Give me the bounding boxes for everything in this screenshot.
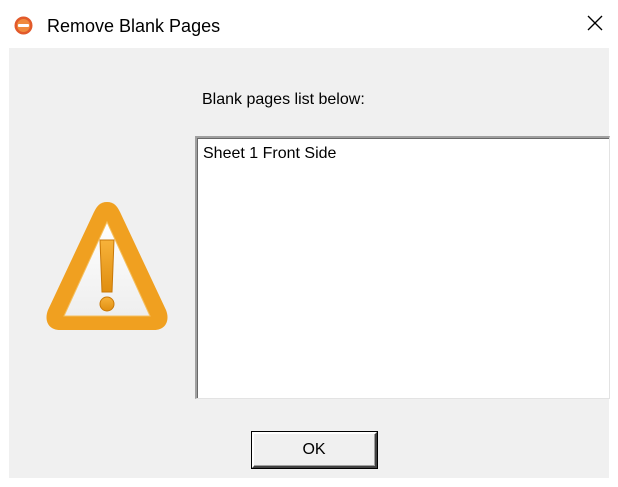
ok-button-label: OK — [302, 440, 326, 458]
dialog-body: Blank pages list below: Sheet 1 Front Si… — [9, 48, 610, 478]
title-bar[interactable]: Remove Blank Pages — [0, 0, 618, 48]
blank-pages-list[interactable]: Sheet 1 Front Side — [195, 136, 610, 399]
close-button[interactable] — [572, 0, 618, 48]
list-frame: Sheet 1 Front Side — [197, 138, 609, 398]
remove-blank-pages-dialog: Remove Blank Pages Blank pages list belo… — [0, 0, 618, 487]
app-logo-icon — [14, 16, 33, 35]
window-title: Remove Blank Pages — [47, 16, 221, 36]
ok-button[interactable]: OK — [251, 431, 378, 469]
list-label: Blank pages list below: — [202, 91, 365, 108]
close-icon — [587, 15, 603, 31]
list-item[interactable]: Sheet 1 Front Side — [203, 144, 336, 164]
warning-icon — [42, 196, 172, 338]
ok-button-face: OK — [254, 434, 375, 466]
